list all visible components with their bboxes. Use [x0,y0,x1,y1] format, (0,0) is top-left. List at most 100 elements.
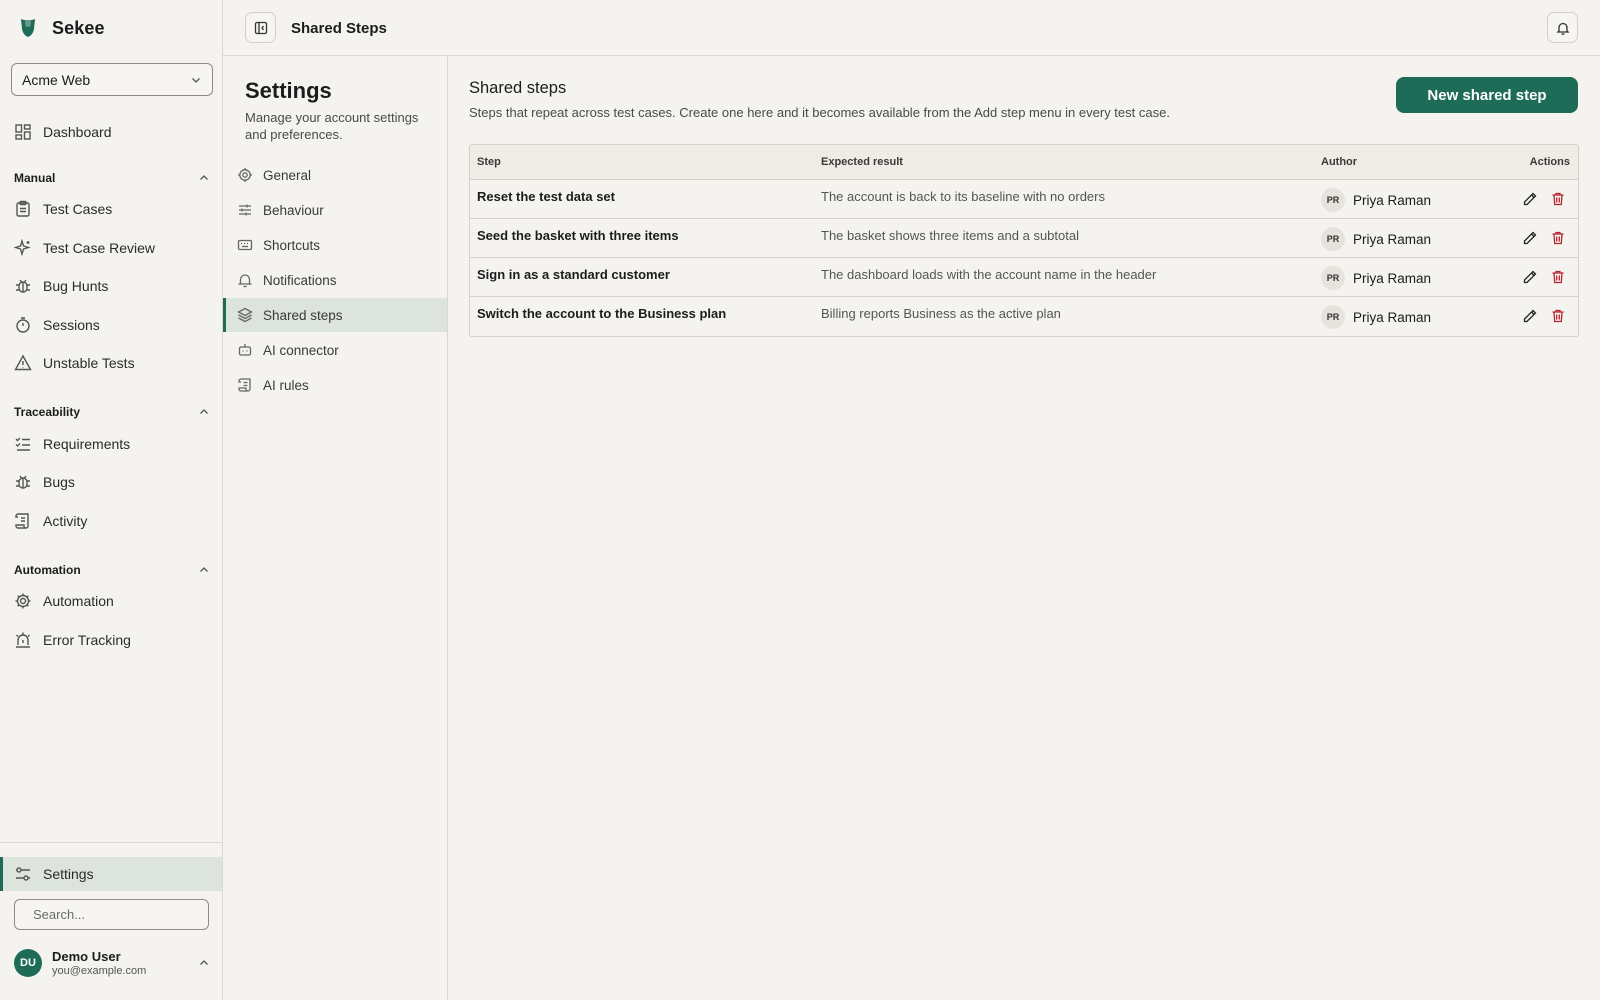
row-actions [1522,269,1566,285]
clipboard-icon [16,200,30,217]
dashboard-icon [15,124,31,140]
chevron-down-icon [192,77,200,83]
author: PR Priya Raman [1321,266,1431,290]
sidebar-item-bugs[interactable]: Bugs [0,465,222,499]
table-row[interactable]: Switch the account to the Business plan … [470,297,1578,336]
author: PR Priya Raman [1321,227,1431,251]
user-email: you@example.com [52,964,147,977]
timer-icon [16,317,30,333]
settings-item-general[interactable]: General [223,158,447,192]
section-toggle-manual[interactable]: Manual [14,169,210,187]
settings-title: Settings [245,78,332,103]
sidebar-item-requirements[interactable]: Requirements [0,427,222,461]
avatar: DU [14,949,42,977]
section-title: Manual [14,171,56,185]
expected-result: The dashboard loads with the account nam… [821,267,1157,282]
pencil-icon[interactable] [1522,191,1538,207]
avatar: PR [1321,227,1345,251]
section-toggle-automation[interactable]: Automation [14,561,210,579]
sidebar-item-label: Test Case Review [43,240,156,256]
pencil-icon[interactable] [1522,308,1538,324]
chevron-up-icon [200,409,208,414]
section-title: Automation [14,563,81,577]
expected-result: Billing reports Business as the active p… [821,306,1061,321]
bug-icon [16,475,30,489]
settings-item-notifications[interactable]: Notifications [223,263,447,297]
notifications-button[interactable] [1547,12,1578,43]
column-header-step: Step [477,156,501,168]
step-name: Switch the account to the Business plan [477,306,727,321]
keyboard-icon [237,239,253,251]
sidebar-item-test-case-review[interactable]: Test Case Review [0,231,222,265]
trash-icon[interactable] [1550,191,1566,207]
sidebar-item-settings[interactable]: Settings [0,857,222,891]
page-title: Shared Steps [291,20,387,37]
settings-item-label: General [263,167,312,183]
settings-subtitle: Manage your account settings and prefere… [245,110,419,142]
sidebar-item-label: Bug Hunts [43,278,109,294]
sidebar-item-test-cases[interactable]: Test Cases [0,192,222,226]
checklist-icon [15,437,30,451]
sidebar-item-dashboard[interactable]: Dashboard [0,115,222,149]
column-header-author: Author [1321,156,1358,168]
settings-item-label: Behaviour [263,202,324,218]
sidebar-item-bug-hunts[interactable]: Bug Hunts [0,269,222,303]
settings-item-ai-rules[interactable]: AI rules [223,368,447,402]
layers-icon [237,307,253,323]
author-name: Priya Raman [1353,270,1432,286]
settings-item-shared-steps[interactable]: Shared steps [223,298,447,332]
topbar: Shared Steps [223,0,1600,56]
sidebar-panel-icon [254,21,267,34]
table-row[interactable]: Seed the basket with three items The bas… [470,219,1578,258]
user-info: Demo User you@example.com [52,949,198,978]
pencil-icon[interactable] [1522,269,1538,285]
sidebar: Sekee Acme Web Dashboard Manual Test Cas… [0,0,223,1000]
shared-steps-table: Step Expected result Author Actions Rese… [469,144,1579,337]
settings-item-label: Shared steps [263,307,343,323]
sidebar-divider [0,842,222,843]
sliders-icon [239,204,251,216]
sidebar-item-activity[interactable]: Activity [0,504,222,538]
sidebar-item-error-tracking[interactable]: Error Tracking [0,623,222,657]
chevron-up-icon [200,567,208,572]
sidebar-item-label: Unstable Tests [43,355,135,371]
table-row[interactable]: Sign in as a standard customer The dashb… [470,258,1578,297]
trash-icon[interactable] [1550,308,1566,324]
step-name: Seed the basket with three items [477,228,679,243]
toggle-sidebar-button[interactable] [245,12,276,43]
sidebar-item-label: Dashboard [43,124,112,140]
sidebar-item-label: Activity [43,513,88,529]
author-name: Priya Raman [1353,231,1432,247]
settings-item-shortcuts[interactable]: Shortcuts [223,228,447,262]
step-name: Sign in as a standard customer [477,267,670,282]
trash-icon[interactable] [1550,230,1566,246]
shield-logo-icon [21,19,35,37]
new-shared-step-button[interactable]: New shared step [1396,77,1578,113]
search-field[interactable] [14,899,209,930]
trash-icon[interactable] [1550,269,1566,285]
bot-icon [238,344,252,356]
search-input[interactable] [33,907,209,922]
sidebar-item-label: Automation [43,593,114,609]
brand-name: Sekee [52,17,105,38]
settings-sliders-icon [16,867,30,881]
author-name: Priya Raman [1353,309,1432,325]
sidebar-item-automation[interactable]: Automation [0,584,222,618]
pencil-icon[interactable] [1522,230,1538,246]
project-selector[interactable]: Acme Web [11,63,213,96]
settings-item-behaviour[interactable]: Behaviour [223,193,447,227]
user-menu[interactable]: DU Demo User you@example.com [14,947,210,979]
siren-icon [16,632,30,648]
sidebar-item-sessions[interactable]: Sessions [0,308,222,342]
section-title: Shared steps [469,79,567,97]
author: PR Priya Raman [1321,188,1431,212]
brand[interactable]: Sekee [18,16,105,40]
user-name: Demo User [52,948,121,964]
section-toggle-traceability[interactable]: Traceability [14,403,210,421]
table-row[interactable]: Reset the test data set The account is b… [470,180,1578,219]
settings-item-label: AI rules [263,377,309,393]
settings-nav: Settings Manage your account settings an… [223,56,448,1000]
settings-item-ai-connector[interactable]: AI connector [223,333,447,367]
scroll-icon [238,378,251,392]
sidebar-item-unstable-tests[interactable]: Unstable Tests [0,346,222,380]
